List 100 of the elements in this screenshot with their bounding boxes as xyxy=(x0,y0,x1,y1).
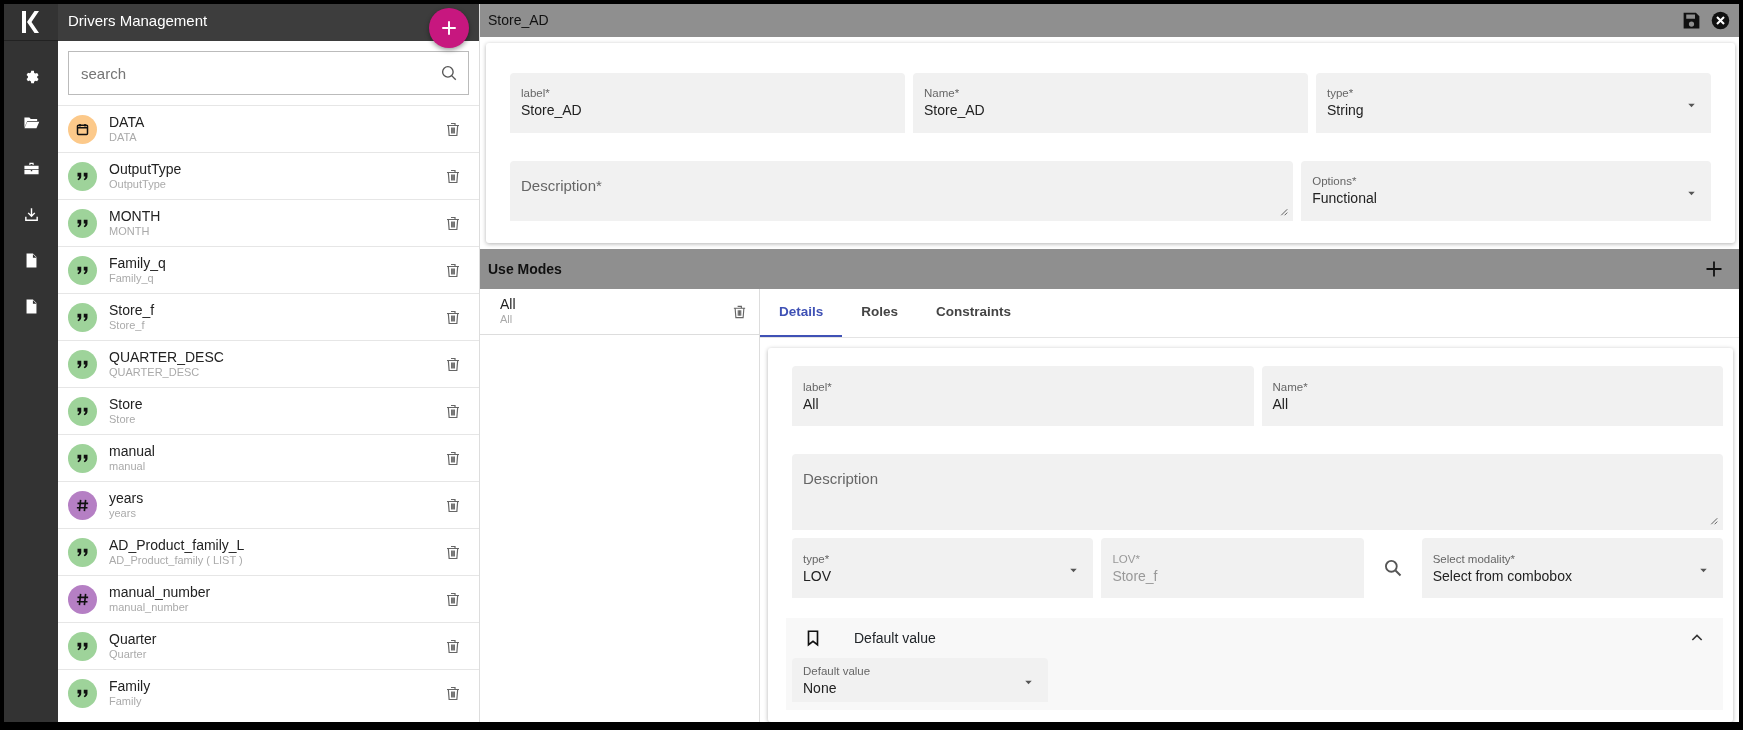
trash-icon xyxy=(445,308,461,326)
driver-name: manual_number xyxy=(109,600,190,615)
driver-name: MONTH xyxy=(109,223,151,239)
resize-grip-icon xyxy=(1709,516,1718,526)
panel-title: Drivers Management xyxy=(58,4,479,41)
text-field[interactable]: label* All xyxy=(792,366,1254,427)
delete-button[interactable] xyxy=(445,120,461,138)
search-icon xyxy=(1382,558,1403,579)
plus-icon xyxy=(440,19,458,37)
driver-item[interactable]: manual manual xyxy=(58,434,479,481)
driver-item[interactable]: Quarter Quarter xyxy=(58,622,479,669)
driver-label: Store_f xyxy=(109,301,155,318)
trash-icon xyxy=(445,496,461,514)
driver-item[interactable]: DATA DATA xyxy=(58,105,479,152)
trash-icon xyxy=(445,637,461,655)
trash-icon xyxy=(445,355,461,373)
driver-label: MONTH xyxy=(109,207,161,224)
default-value-title: Default value xyxy=(854,628,936,648)
mode-name: All xyxy=(500,312,514,327)
delete-button[interactable] xyxy=(445,402,461,420)
driver-name: DATA xyxy=(109,129,138,145)
dropdown-field[interactable]: type* LOV xyxy=(792,538,1094,599)
calendar-icon xyxy=(75,121,90,137)
delete-button[interactable] xyxy=(732,303,747,320)
default-value-header[interactable]: Default value xyxy=(792,618,1717,659)
trash-icon xyxy=(445,449,461,467)
description-field[interactable]: Description xyxy=(792,454,1723,531)
download-icon xyxy=(22,205,40,223)
driver-label: OutputType xyxy=(109,160,182,177)
plus-icon xyxy=(1705,260,1723,278)
delete-button[interactable] xyxy=(445,496,461,514)
driver-item[interactable]: QUARTER_DESC QUARTER_DESC xyxy=(58,340,479,387)
text-field[interactable]: Name* Store_AD xyxy=(913,73,1308,133)
delete-button[interactable] xyxy=(445,214,461,232)
save-button[interactable] xyxy=(1681,10,1702,31)
delete-button[interactable] xyxy=(445,261,461,279)
trash-icon xyxy=(445,214,461,232)
save-icon xyxy=(1681,10,1702,31)
delete-button[interactable] xyxy=(445,308,461,326)
delete-button[interactable] xyxy=(445,590,461,608)
add-button[interactable] xyxy=(1705,260,1723,278)
driver-label: manual_number xyxy=(109,583,211,600)
trash-icon xyxy=(445,402,461,420)
delete-button[interactable] xyxy=(445,543,461,561)
dropdown-field[interactable]: Options* Functional xyxy=(1301,161,1711,221)
dropdown-field[interactable]: Default value None xyxy=(792,658,1048,703)
delete-button[interactable] xyxy=(445,167,461,185)
hash-icon xyxy=(75,591,90,607)
close-button[interactable] xyxy=(1710,10,1731,31)
delete-button[interactable] xyxy=(445,684,461,702)
driver-label: DATA xyxy=(109,113,145,130)
trash-icon xyxy=(445,684,461,702)
driver-item[interactable]: AD_Product_family_L AD_Product_family ( LIST ) xyxy=(58,528,479,575)
driver-name: Family xyxy=(109,694,143,709)
close-icon xyxy=(1710,10,1731,31)
tab[interactable]: Details xyxy=(760,289,843,338)
driver-label: AD_Product_family_L xyxy=(109,536,245,553)
driver-label: manual xyxy=(109,442,155,459)
mode-label: All xyxy=(500,296,516,313)
driver-name: Store xyxy=(109,411,137,427)
driver-name: AD_Product_family ( LIST ) xyxy=(109,553,244,568)
driver-item[interactable]: Store Store xyxy=(58,387,479,434)
driver-label: Store xyxy=(109,395,143,412)
delete-button[interactable] xyxy=(445,355,461,373)
description-field[interactable]: Description* xyxy=(510,161,1294,221)
resize-grip-icon xyxy=(1279,207,1289,216)
text-field[interactable]: Name* All xyxy=(1261,366,1723,427)
hash-icon xyxy=(75,497,90,513)
driver-item[interactable]: years years xyxy=(58,481,479,528)
trash-icon xyxy=(445,543,461,561)
driver-name: Quarter xyxy=(109,647,148,662)
delete-button[interactable] xyxy=(445,449,461,467)
tab[interactable]: Roles xyxy=(842,289,918,338)
dropdown-field[interactable]: type* String xyxy=(1316,73,1711,133)
driver-item[interactable]: Store_f Store_f xyxy=(58,293,479,340)
driver-name: OutputType xyxy=(109,177,167,192)
trash-icon xyxy=(732,303,747,320)
editor-title: Store_AD xyxy=(488,11,549,30)
dropdown-field[interactable]: Select modality* Select from combobox xyxy=(1421,538,1723,599)
trash-icon xyxy=(445,261,461,279)
driver-name: years xyxy=(109,506,137,521)
driver-item[interactable]: Family_q Family_q xyxy=(58,246,479,293)
driver-name: QUARTER_DESC xyxy=(109,365,201,380)
driver-item[interactable]: manual_number manual_number xyxy=(58,575,479,622)
trash-icon xyxy=(445,590,461,608)
search-icon xyxy=(440,64,458,82)
text-field[interactable]: label* Store_AD xyxy=(510,73,905,133)
delete-button[interactable] xyxy=(445,637,461,655)
driver-label: Quarter xyxy=(109,630,157,647)
driver-name: Store_f xyxy=(109,318,146,333)
driver-item[interactable]: OutputType OutputType xyxy=(58,152,479,199)
driver-label: QUARTER_DESC xyxy=(109,348,224,365)
text-field: LOV* Store_f xyxy=(1101,538,1364,599)
trash-icon xyxy=(445,167,461,185)
driver-item[interactable]: Family Family xyxy=(58,669,479,716)
driver-item[interactable]: MONTH MONTH xyxy=(58,199,479,246)
driver-name: manual xyxy=(109,458,147,474)
driver-label: Family xyxy=(109,677,151,694)
tab[interactable]: Constraints xyxy=(917,289,1031,338)
section-title: Use Modes xyxy=(488,259,562,279)
